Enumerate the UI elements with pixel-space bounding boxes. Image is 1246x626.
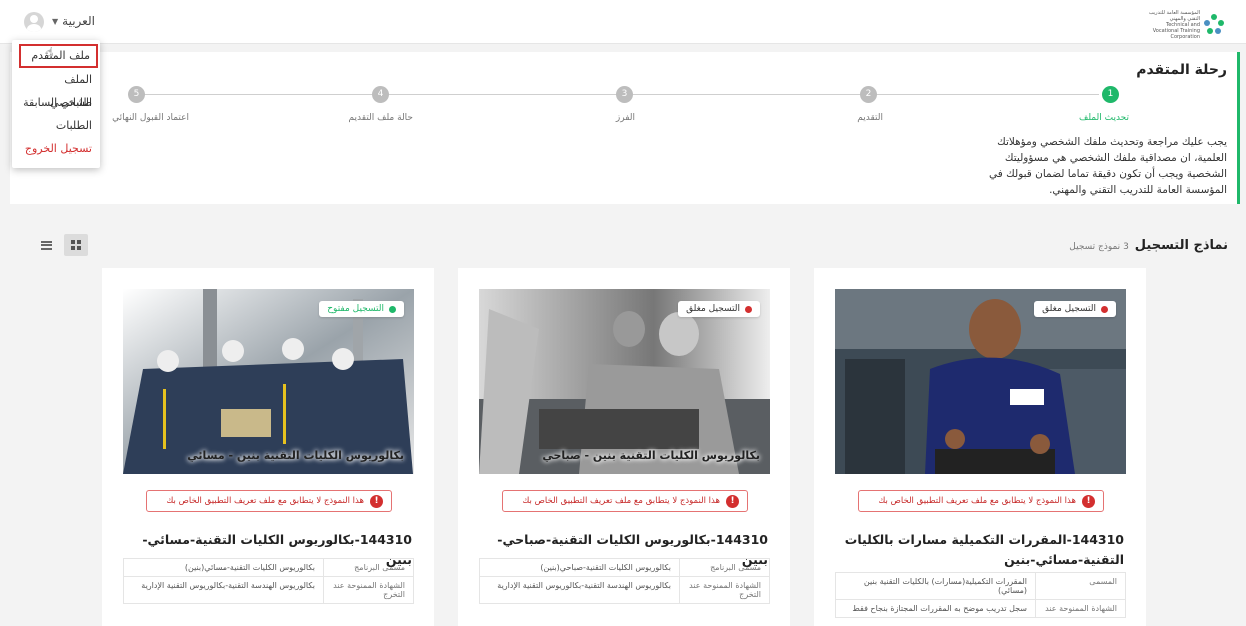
- card-2-photo-caption: بكالوريوس الكليات التقنية بنين - صباحي: [542, 449, 760, 462]
- menu-item-logout[interactable]: تسجيل الخروج: [12, 137, 100, 160]
- user-avatar-icon[interactable]: [24, 12, 44, 32]
- step-4-label: حالة ملف التقديم: [348, 113, 413, 123]
- hand-cursor-icon: ☝: [46, 45, 54, 59]
- logo-text: المؤسسة العامة للتدريب التقني والمهني Te…: [1148, 10, 1200, 40]
- journey-description: يجب عليك مراجعة وتحديث ملفك الشخصي ومؤهل…: [989, 136, 1227, 196]
- card-1-status-badge: التسجيل مغلق: [1034, 301, 1116, 317]
- status-dot-icon: [745, 305, 752, 313]
- menu-item-previous-requests[interactable]: طلباتي السابقة: [12, 91, 100, 114]
- step-1-dot: 1: [1102, 86, 1119, 103]
- registration-forms-header: نماذج التسجيل 3 نموذج تسجيل: [1069, 238, 1228, 253]
- step-2-label: التقديم: [857, 113, 883, 123]
- card-1-photo: التسجيل مغلق: [835, 289, 1126, 474]
- menu-item-personal-profile[interactable]: الملف الشخصي: [12, 68, 100, 109]
- card-3-warning: ! هذا النموذج لا يتطابق مع ملف تعريف الت…: [146, 490, 392, 512]
- registration-card-2[interactable]: التسجيل مغلق بكالوريوس الكليات التقنية ب…: [458, 268, 790, 626]
- card-1-info-table: المسمى المقررات التكميلية(مسارات) بالكلي…: [835, 572, 1126, 618]
- list-view-button[interactable]: [34, 234, 58, 256]
- registration-card-3[interactable]: التسجيل مفتوح بكالوريوس الكليات التقنية …: [102, 268, 434, 626]
- alert-icon: !: [370, 494, 383, 508]
- table-row: الشهادة الممنوحة عند التخرج بكالوريوس ال…: [479, 576, 770, 604]
- applicant-journey-panel: رحلة المتقدم 1 2 3 4 5 تحديث الملف التقد…: [10, 52, 1240, 204]
- user-dropdown-menu: ملف المتقدم الملف الشخصي طلباتي السابقة …: [12, 40, 100, 168]
- card-2-warning: ! هذا النموذج لا يتطابق مع ملف تعريف الت…: [502, 490, 748, 512]
- status-dot-icon: [389, 305, 396, 313]
- journey-steps: 1 2 3 4 5 تحديث الملف التقديم الفرز حالة…: [112, 86, 1129, 126]
- step-4-dot: 4: [372, 86, 389, 103]
- status-dot-icon: [1101, 305, 1108, 313]
- tvtc-logo[interactable]: المؤسسة العامة للتدريب التقني والمهني Te…: [1142, 10, 1224, 40]
- grid-icon: [71, 240, 81, 250]
- registration-card-1[interactable]: التسجيل مغلق ! هذا النموذج لا يتطابق مع …: [814, 268, 1146, 626]
- list-icon: [40, 240, 52, 250]
- menu-item-applicant-profile[interactable]: ملف المتقدم: [19, 44, 98, 68]
- table-row: الشهادة الممنوحة عند سجل تدريب موضح به ا…: [835, 599, 1126, 618]
- caret-down-icon: ▼: [52, 16, 59, 26]
- journey-title: رحلة المتقدم: [1136, 62, 1227, 78]
- alert-icon: !: [726, 494, 739, 508]
- step-2-dot: 2: [860, 86, 877, 103]
- forms-count: 3 نموذج تسجيل: [1069, 242, 1129, 252]
- view-toggle: [34, 234, 88, 256]
- step-3-dot: 3: [616, 86, 633, 103]
- card-1-title[interactable]: 144310-المقررات التكميلية مسارات بالكليا…: [832, 530, 1124, 570]
- table-row: الشهادة الممنوحة عند التخرج بكالوريوس ال…: [123, 576, 414, 604]
- step-1-label: تحديث الملف: [1079, 113, 1129, 123]
- step-3-label: الفرز: [615, 113, 635, 123]
- table-row: مسمى البرنامج بكالوريوس الكليات التقنية-…: [123, 558, 414, 577]
- card-3-photo: التسجيل مفتوح بكالوريوس الكليات التقنية …: [123, 289, 414, 474]
- top-bar: العربية ▼ المؤسسة العامة للتدريب التقني …: [0, 0, 1246, 44]
- card-2-status-badge: التسجيل مغلق: [678, 301, 760, 317]
- language-selector[interactable]: العربية ▼: [52, 14, 95, 28]
- language-label: العربية: [62, 14, 95, 28]
- forms-title: نماذج التسجيل: [1134, 238, 1228, 253]
- logo-mark-icon: [1204, 14, 1224, 36]
- step-5-dot: 5: [128, 86, 145, 103]
- table-row: مسمى البرنامج بكالوريوس الكليات التقنية-…: [479, 558, 770, 577]
- card-3-status-badge: التسجيل مفتوح: [319, 301, 404, 317]
- card-2-info-table: مسمى البرنامج بكالوريوس الكليات التقنية-…: [479, 558, 770, 604]
- table-row: المسمى المقررات التكميلية(مسارات) بالكلي…: [835, 572, 1126, 600]
- card-3-photo-caption: بكالوريوس الكليات التقنية بنين - مسائي: [187, 449, 404, 462]
- card-2-photo: التسجيل مغلق بكالوريوس الكليات التقنية ب…: [479, 289, 770, 474]
- card-1-warning: ! هذا النموذج لا يتطابق مع ملف تعريف الت…: [858, 490, 1104, 512]
- grid-view-button[interactable]: [64, 234, 88, 256]
- menu-item-requests[interactable]: الطلبات: [12, 114, 100, 137]
- card-3-info-table: مسمى البرنامج بكالوريوس الكليات التقنية-…: [123, 558, 414, 604]
- step-5-label: اعتماد القبول النهائي: [112, 113, 189, 123]
- alert-icon: !: [1082, 494, 1095, 508]
